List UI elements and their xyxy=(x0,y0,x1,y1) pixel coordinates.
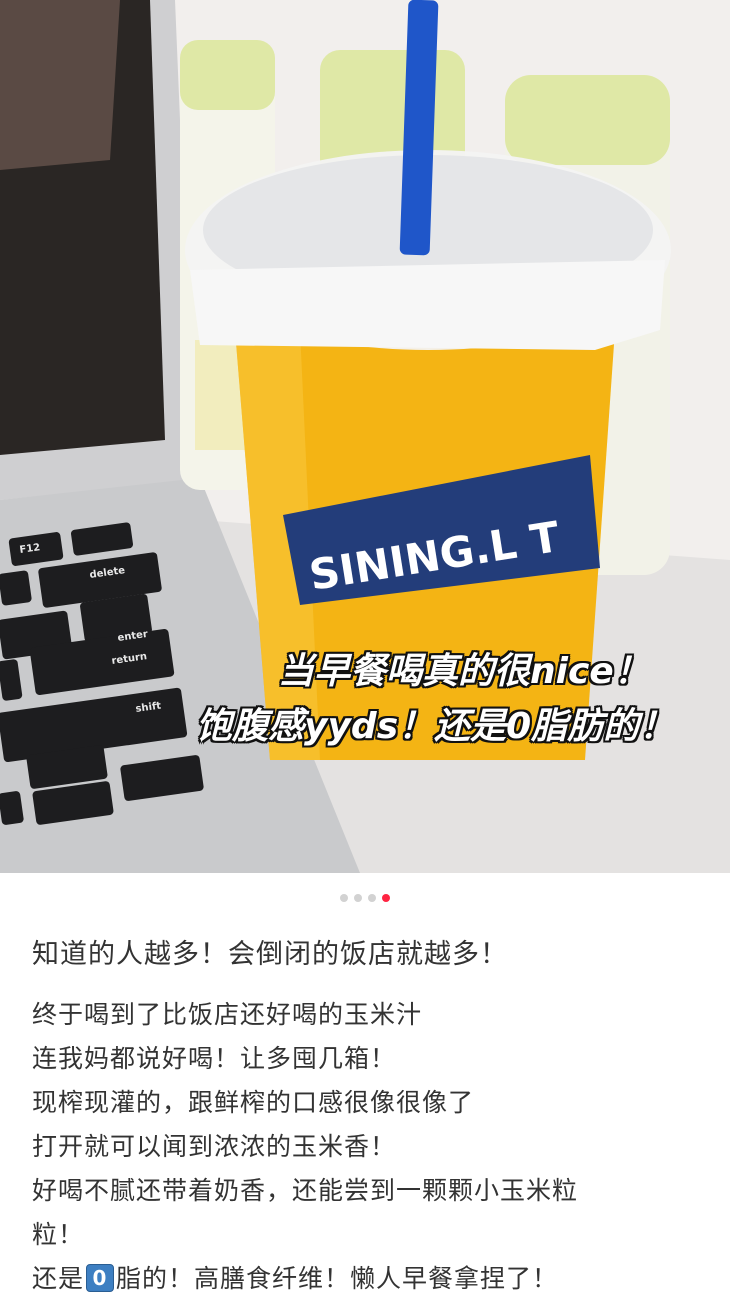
overlay-caption-line2: 饱腹感yyds！还是0脂肪的！ xyxy=(196,706,676,747)
post-body-line: 打开就可以闻到浓浓的玉米香！ xyxy=(32,1132,397,1161)
post-title: 知道的人越多！会倒闭的饭店就越多！ xyxy=(32,939,508,970)
post-body-line-last: 还是 0 脂的！高膳食纤维！懒人早餐拿捏了！ xyxy=(32,1257,712,1301)
carousel-dot[interactable] xyxy=(340,894,348,902)
carousel-dot[interactable] xyxy=(354,894,362,902)
carousel-dot[interactable] xyxy=(368,894,376,902)
post-body-line: 好喝不腻还带着奶香，还能尝到一颗颗小玉米粒 xyxy=(32,1176,579,1205)
post-body-line: 现榨现灌的，跟鲜榨的口感很像很像了 xyxy=(32,1088,475,1117)
post-content: 知道的人越多！会倒闭的饭店就越多！ 终于喝到了比饭店还好喝的玉米汁 连我妈都说好… xyxy=(32,932,712,1301)
post-image[interactable]: F12 delete enter return shift SINING.L T… xyxy=(0,0,730,873)
last-line-prefix: 还是 xyxy=(32,1264,85,1293)
last-line-suffix: 脂的！高膳食纤维！懒人早餐拿捏了！ xyxy=(116,1264,559,1293)
post-body-line: 粒！ xyxy=(32,1220,85,1249)
carousel-indicator xyxy=(0,894,730,904)
zero-keycap-emoji: 0 xyxy=(86,1264,115,1292)
carousel-dot-active[interactable] xyxy=(382,894,390,902)
post-body-line: 终于喝到了比饭店还好喝的玉米汁 xyxy=(32,1000,423,1029)
post-body-line: 连我妈都说好喝！让多囤几箱！ xyxy=(32,1044,397,1073)
overlay-caption-line1: 当早餐喝真的很nice！ xyxy=(278,651,650,692)
